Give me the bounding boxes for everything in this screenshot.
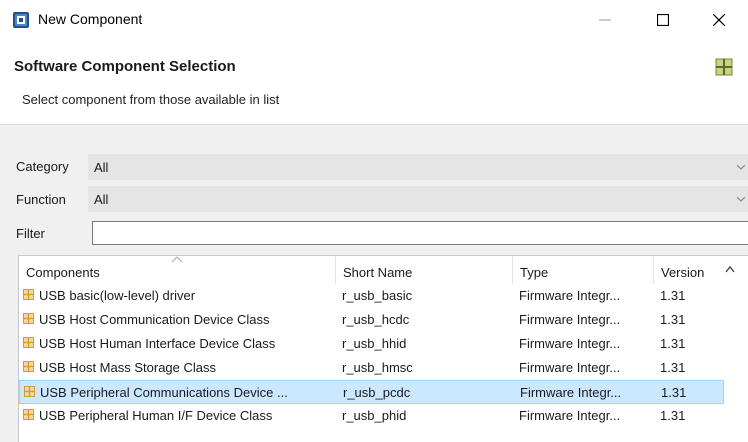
column-divider[interactable] — [512, 256, 513, 284]
minimize-button[interactable] — [590, 6, 620, 34]
column-divider[interactable] — [335, 256, 336, 284]
component-icon — [23, 361, 34, 372]
wizard-header: Software Component Selection Select comp… — [0, 40, 748, 124]
scroll-up-icon[interactable] — [724, 264, 736, 274]
category-select[interactable]: All — [88, 154, 748, 180]
cell-version: 1.31 — [660, 288, 686, 303]
component-icon — [23, 313, 34, 324]
cell-short-name: r_usb_hhid — [342, 336, 407, 351]
cell-short-name: r_usb_pcdc — [343, 385, 411, 400]
column-header-type[interactable]: Type — [520, 265, 548, 280]
function-value: All — [94, 192, 109, 207]
function-select[interactable]: All — [88, 186, 748, 212]
table-row[interactable]: USB basic(low-level) driver r_usb_basic Fi… — [19, 284, 724, 308]
cell-type: Firmware Integr... — [519, 312, 621, 327]
function-label: Function — [16, 192, 66, 207]
page-subtitle: Select component from those available in… — [22, 92, 280, 107]
cell-version: 1.31 — [660, 360, 686, 375]
filter-label: Filter — [16, 226, 45, 241]
cell-component: USB Host Mass Storage Class — [39, 360, 217, 375]
column-header-short-name[interactable]: Short Name — [343, 265, 412, 280]
table-row[interactable]: USB Host Mass Storage Class r_usb_hmsc Fir… — [19, 356, 724, 380]
cell-version: 1.31 — [660, 336, 686, 351]
table-row[interactable]: USB Peripheral Human I/F Device Class r_u… — [19, 404, 724, 428]
cell-component: USB Host Human Interface Device Class — [39, 336, 276, 351]
cell-short-name: r_usb_hcdc — [342, 312, 410, 327]
component-icon — [23, 289, 34, 300]
component-wizard-icon — [13, 12, 29, 28]
cell-version: 1.31 — [660, 408, 686, 423]
component-icon — [23, 337, 34, 348]
cell-component: USB Host Communication Device Class — [39, 312, 270, 327]
cell-short-name: r_usb_hmsc — [342, 360, 413, 375]
cell-type: Firmware Integr... — [519, 408, 621, 423]
cell-short-name: r_usb_basic — [342, 288, 413, 303]
chevron-down-icon — [736, 196, 746, 202]
table-row[interactable]: USB Host Communication Device Class r_usb… — [19, 308, 724, 332]
cell-type: Firmware Integr... — [519, 288, 621, 303]
sort-ascending-icon — [171, 256, 183, 263]
cell-version: 1.31 — [661, 385, 687, 400]
maximize-button[interactable] — [648, 6, 678, 34]
maximize-icon — [657, 14, 669, 26]
close-button[interactable] — [704, 6, 734, 34]
table-row[interactable]: USB Peripheral Communications Device ...… — [19, 380, 724, 404]
dialog-body: Category All Function All Filter Compone… — [0, 125, 748, 442]
cell-type: Firmware Integr... — [519, 360, 621, 375]
table-row[interactable]: USB Host Human Interface Device Class r_u… — [19, 332, 724, 356]
close-icon — [713, 14, 725, 26]
cell-short-name: r_usb_phid — [342, 408, 407, 423]
cell-component: USB Peripheral Human I/F Device Class — [39, 408, 273, 423]
components-table: Components Short Name Type Version USB b… — [18, 255, 748, 442]
column-header-version[interactable]: Version — [661, 265, 704, 280]
component-icon — [23, 409, 34, 420]
cell-component: USB basic(low-level) driver — [39, 288, 196, 303]
column-divider[interactable] — [653, 256, 654, 284]
filter-input[interactable] — [92, 221, 748, 245]
cell-type: Firmware Integr... — [519, 336, 621, 351]
component-icon — [24, 386, 35, 397]
chevron-down-icon — [736, 164, 746, 170]
category-label: Category — [16, 159, 69, 174]
table-header: Components Short Name Type Version — [19, 256, 748, 284]
cell-component: USB Peripheral Communications Device ... — [40, 385, 288, 400]
page-title: Software Component Selection — [14, 58, 236, 75]
column-header-components[interactable]: Components — [26, 265, 100, 280]
cell-type: Firmware Integr... — [520, 385, 622, 400]
title-bar: New Component — [0, 0, 748, 40]
window-title: New Component — [38, 11, 143, 27]
minimize-icon — [599, 19, 611, 21]
cell-version: 1.31 — [660, 312, 686, 327]
component-grid-icon — [715, 58, 733, 76]
category-value: All — [94, 160, 109, 175]
